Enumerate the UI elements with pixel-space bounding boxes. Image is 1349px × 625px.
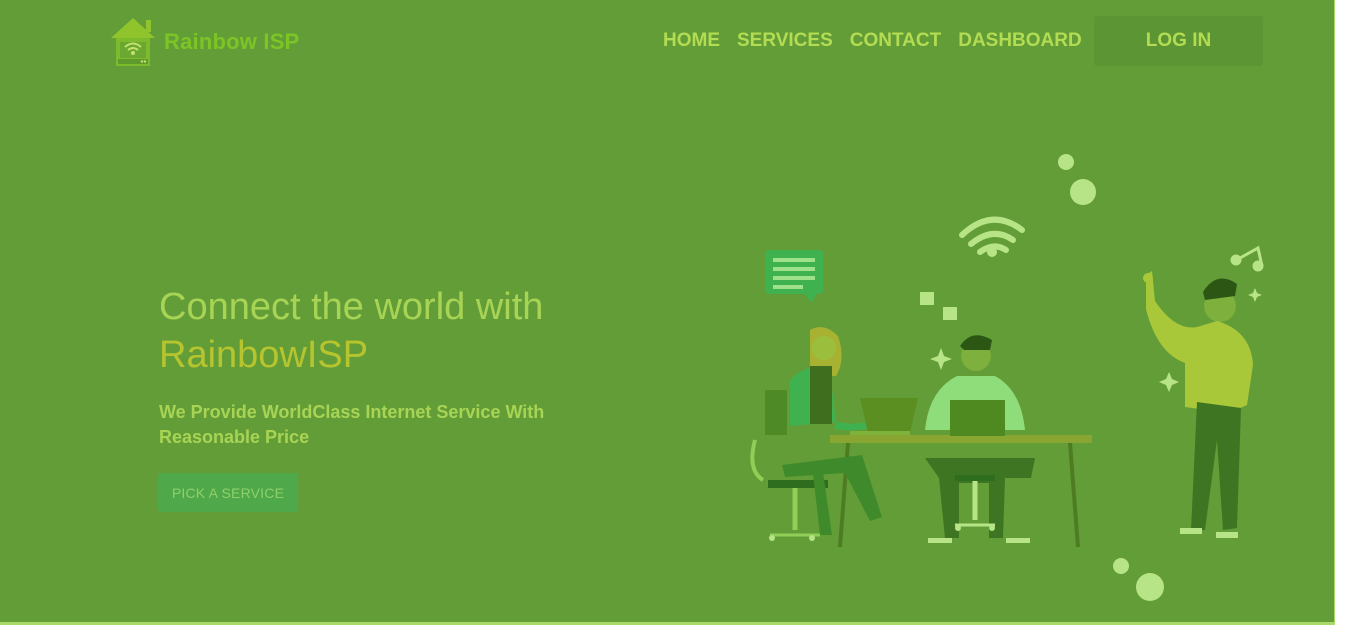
nav-dashboard[interactable]: DASHBOARD xyxy=(958,30,1082,52)
person-standing xyxy=(1143,271,1253,538)
house-router-logo-icon xyxy=(111,18,155,66)
hero-title-line1: Connect the world with xyxy=(159,286,544,328)
main-nav: HOME SERVICES CONTACT DASHBOARD xyxy=(663,30,1082,52)
brand-name: Rainbow ISP xyxy=(164,29,300,54)
dot-decoration xyxy=(1070,179,1096,205)
page: Rainbow ISP HOME SERVICES CONTACT DASHBO… xyxy=(0,0,1335,625)
hero-title-brand: RainbowISP xyxy=(159,334,369,376)
brand[interactable]: Rainbow ISP xyxy=(108,16,299,68)
chat-bubble-icon xyxy=(765,250,823,303)
nav-contact[interactable]: CONTACT xyxy=(850,30,941,52)
dot-decoration xyxy=(1113,558,1129,574)
dot-decoration xyxy=(1136,573,1164,601)
nav-home[interactable]: HOME xyxy=(663,30,720,52)
nav-services[interactable]: SERVICES xyxy=(737,30,833,52)
hero-subtitle: We Provide WorldClass Internet Service W… xyxy=(159,402,545,447)
people-working-with-laptops-illustration xyxy=(750,154,1264,601)
hero-title: Connect the world with RainbowISP xyxy=(159,283,543,379)
login-button[interactable]: LOG IN xyxy=(1094,16,1263,66)
pick-service-button[interactable]: PICK A SERVICE xyxy=(158,473,298,512)
dot-decoration xyxy=(1058,154,1074,170)
music-note-icon xyxy=(1230,245,1264,272)
